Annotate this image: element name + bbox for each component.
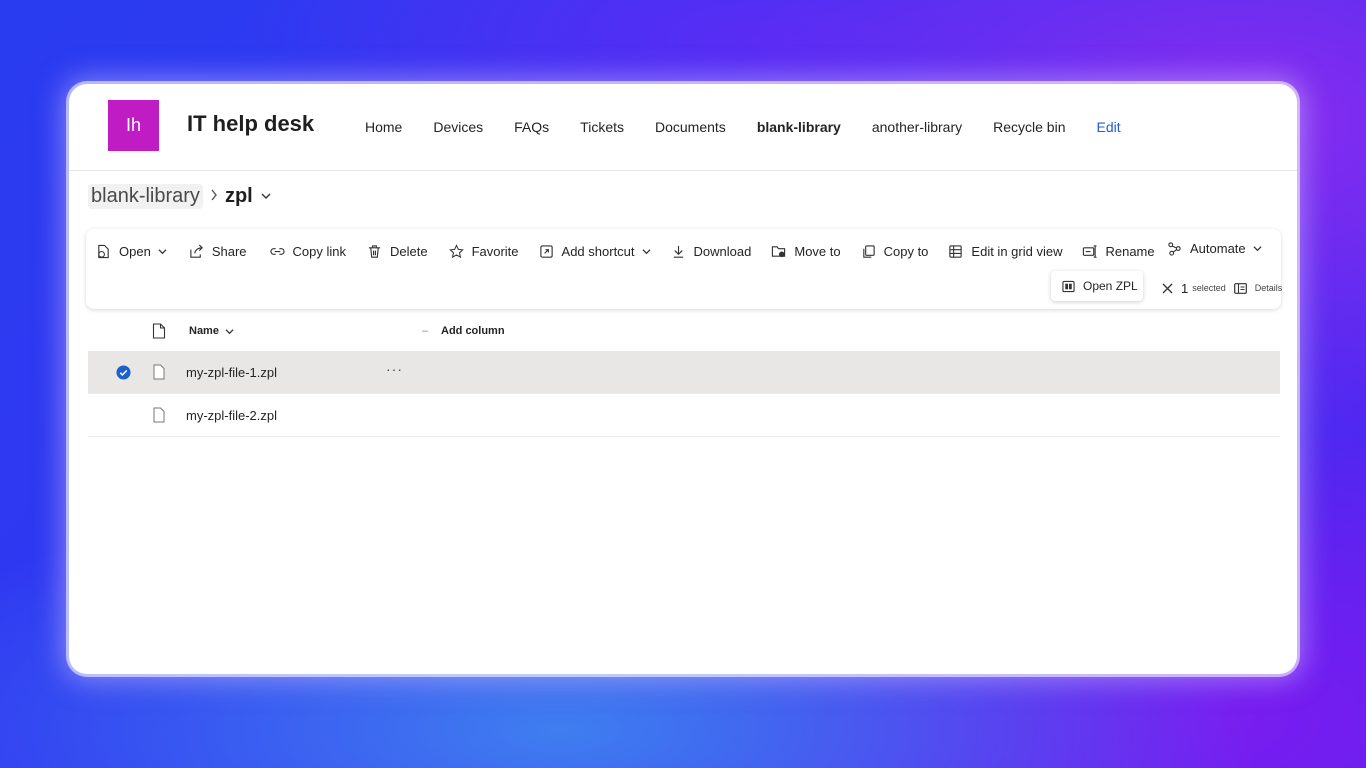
file-icon xyxy=(153,407,165,423)
file-name[interactable]: my-zpl-file-1.zpl xyxy=(186,365,277,380)
sharepoint-window: Ih IT help desk Home Devices FAQs Ticket… xyxy=(69,84,1297,674)
table-row[interactable]: my-zpl-file-1.zpl ··· xyxy=(88,351,1280,394)
selection-status: 1 selected Details xyxy=(1162,280,1282,296)
open-zpl-label: Open ZPL xyxy=(1083,279,1138,293)
checkmark-circle-icon[interactable] xyxy=(116,365,131,380)
share-icon xyxy=(190,244,203,258)
details-button[interactable]: Details xyxy=(1233,282,1283,294)
file-type-icon[interactable] xyxy=(152,323,166,339)
command-row: Open Share Copy link Delete Favorite Add… xyxy=(96,241,1155,261)
shortcut-icon xyxy=(539,244,553,258)
folder-move-icon xyxy=(772,245,786,257)
selected-label: selected xyxy=(1192,283,1226,293)
breadcrumb-separator-icon xyxy=(210,188,218,204)
nav-another-library[interactable]: another-library xyxy=(872,119,962,135)
rename-button[interactable]: Rename xyxy=(1082,243,1155,259)
site-nav: Home Devices FAQs Tickets Documents blan… xyxy=(365,119,1152,135)
nav-tickets[interactable]: Tickets xyxy=(580,119,624,135)
automate-label: Automate xyxy=(1190,241,1246,256)
automate-icon xyxy=(1168,242,1181,256)
rename-label: Rename xyxy=(1105,243,1155,259)
list-header: Name – Add column xyxy=(88,317,1280,347)
zpl-viewer-icon xyxy=(1062,280,1075,292)
breadcrumb-current[interactable]: zpl xyxy=(225,185,253,208)
move-to-button[interactable]: Move to xyxy=(771,243,841,259)
site-title[interactable]: IT help desk xyxy=(187,111,314,137)
chevron-down-icon xyxy=(1253,246,1262,252)
column-divider: – xyxy=(422,325,429,337)
nav-faqs[interactable]: FAQs xyxy=(514,119,549,135)
nav-recycle-bin[interactable]: Recycle bin xyxy=(993,119,1065,135)
open-label: Open xyxy=(119,243,151,259)
link-icon xyxy=(269,247,285,255)
copy-to-button[interactable]: Copy to xyxy=(861,243,929,259)
chevron-down-icon[interactable] xyxy=(261,191,271,201)
star-icon xyxy=(448,243,464,258)
open-file-icon xyxy=(98,244,109,258)
share-label: Share xyxy=(211,243,247,259)
open-zpl-button[interactable]: Open ZPL xyxy=(1051,271,1143,301)
chevron-down-icon xyxy=(158,248,167,254)
column-name-label: Name xyxy=(189,325,219,337)
nav-blank-library[interactable]: blank-library xyxy=(757,119,841,135)
command-bar: Open Share Copy link Delete Favorite Add… xyxy=(86,229,1282,309)
open-button[interactable]: Open xyxy=(96,244,167,259)
copy-link-button[interactable]: Copy link xyxy=(269,243,346,259)
nav-edit-link[interactable]: Edit xyxy=(1096,119,1120,135)
rename-icon xyxy=(1083,244,1097,258)
edit-grid-view-label: Edit in grid view xyxy=(971,243,1063,259)
table-row[interactable]: my-zpl-file-2.zpl xyxy=(88,394,1280,437)
file-name[interactable]: my-zpl-file-2.zpl xyxy=(186,408,277,423)
details-label: Details xyxy=(1254,283,1283,293)
breadcrumb-parent[interactable]: blank-library xyxy=(88,183,203,209)
site-header: Ih IT help desk Home Devices FAQs Ticket… xyxy=(69,84,1297,171)
favorite-button[interactable]: Favorite xyxy=(448,243,519,259)
nav-devices[interactable]: Devices xyxy=(433,119,483,135)
share-button[interactable]: Share xyxy=(189,244,247,259)
file-icon xyxy=(153,364,165,380)
favorite-label: Favorite xyxy=(471,243,519,259)
add-column-button[interactable]: Add column xyxy=(441,325,505,337)
details-pane-icon xyxy=(1233,282,1247,294)
grid-icon xyxy=(949,244,963,258)
copy-link-label: Copy link xyxy=(292,243,346,259)
download-label: Download xyxy=(693,243,752,259)
nav-home[interactable]: Home xyxy=(365,119,402,135)
site-logo[interactable]: Ih xyxy=(108,100,159,151)
copy-icon xyxy=(862,244,875,258)
close-icon[interactable] xyxy=(1162,283,1173,294)
delete-label: Delete xyxy=(389,243,428,259)
nav-documents[interactable]: Documents xyxy=(655,119,726,135)
chevron-down-icon xyxy=(225,328,234,334)
selected-count: 1 xyxy=(1181,280,1189,296)
trash-icon xyxy=(368,244,381,258)
edit-grid-view-button[interactable]: Edit in grid view xyxy=(948,244,1062,259)
download-icon xyxy=(673,245,683,258)
automate-button[interactable]: Automate xyxy=(1167,241,1262,256)
move-to-label: Move to xyxy=(794,243,841,259)
chevron-down-icon xyxy=(641,248,651,254)
copy-to-label: Copy to xyxy=(883,243,929,259)
column-header-name[interactable]: Name xyxy=(189,325,234,337)
more-options-icon[interactable]: ··· xyxy=(386,361,403,377)
add-shortcut-button[interactable]: Add shortcut xyxy=(539,244,651,259)
download-button[interactable]: Download xyxy=(671,243,752,259)
delete-button[interactable]: Delete xyxy=(367,244,428,259)
add-shortcut-label: Add shortcut xyxy=(561,243,635,259)
breadcrumb: blank-library zpl xyxy=(88,182,271,210)
